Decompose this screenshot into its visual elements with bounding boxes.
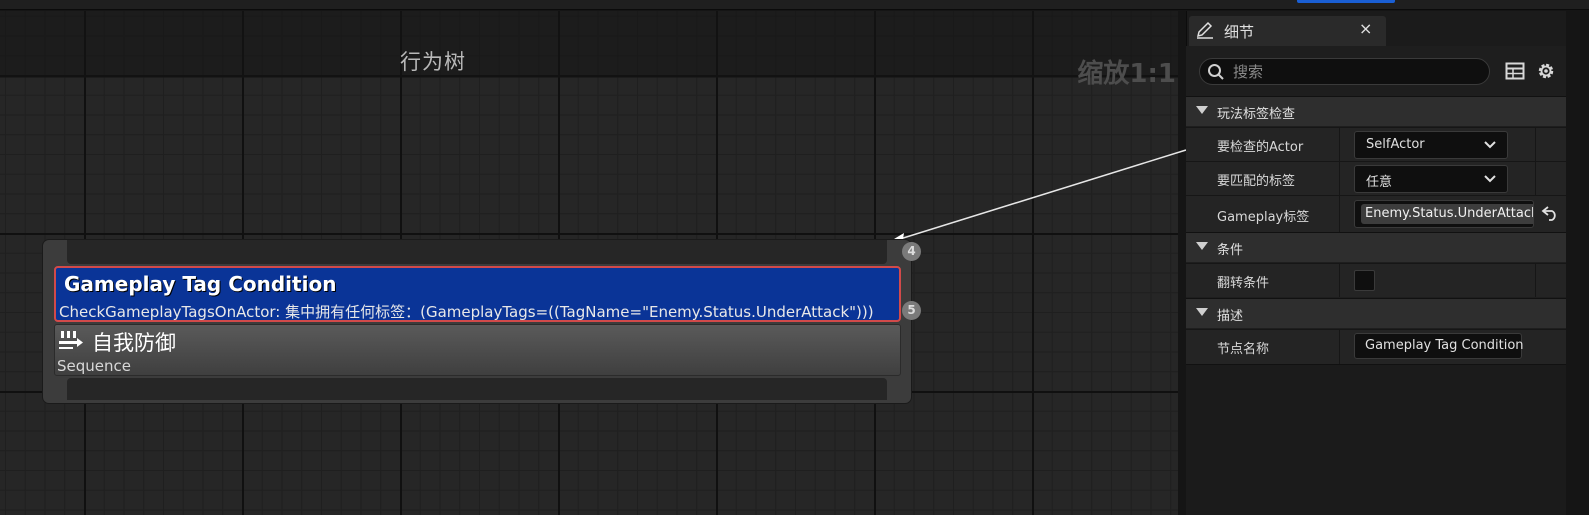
property-label: 翻转条件 (1217, 276, 1270, 291)
execution-index-badge: 4 (902, 242, 921, 261)
column-splitter[interactable] (1339, 196, 1340, 232)
chevron-down-icon (1196, 106, 1208, 114)
dropdown-value: SelfActor (1366, 137, 1425, 152)
column-splitter[interactable] (1339, 162, 1340, 195)
sequence-node[interactable]: Gameplay Tag Condition CheckGameplayTags… (43, 240, 911, 403)
decorator-title: Gameplay Tag Condition (64, 272, 337, 296)
sequence-composite[interactable]: 自我防御 Sequence (54, 324, 901, 376)
property-row-node-name: 节点名称 Gameplay Tag Condition (1186, 329, 1566, 364)
output-pin-bar[interactable] (67, 378, 887, 400)
gameplay-tag-text: Enemy.Status.UnderAttack (1365, 206, 1534, 221)
column-splitter[interactable] (1339, 264, 1340, 297)
tab-details[interactable]: 细节 × (1189, 16, 1386, 46)
category-label: 描述 (1217, 309, 1244, 324)
search-icon (1208, 64, 1224, 80)
property-row-tags-to-match: 要匹配的标签 任意 (1186, 161, 1566, 195)
top-accent-button[interactable] (1297, 0, 1395, 3)
property-row-actor-to-check: 要检查的Actor SelfActor (1186, 127, 1566, 161)
chevron-down-icon (1196, 242, 1208, 250)
property-label: 要匹配的标签 (1217, 174, 1296, 189)
column-splitter (1535, 264, 1536, 297)
table-view-icon[interactable] (1505, 61, 1525, 81)
actor-to-check-dropdown[interactable]: SelfActor (1354, 131, 1508, 159)
column-splitter[interactable] (1339, 128, 1340, 161)
column-splitter (1535, 162, 1536, 195)
tab-label: 细节 (1224, 23, 1255, 41)
property-row-gameplay-tags: Gameplay标签 Enemy.Status.UnderAttack › (1186, 195, 1566, 232)
panel-scroll-gutter (1566, 11, 1589, 515)
dropdown-value: 任意 (1366, 175, 1393, 190)
property-row-inverse-condition: 翻转条件 (1186, 263, 1566, 297)
search-input[interactable] (1233, 61, 1473, 82)
node-name-value: Gameplay Tag Condition (1365, 338, 1524, 353)
column-splitter[interactable] (1339, 330, 1340, 364)
input-pin-bar[interactable] (67, 240, 887, 264)
composite-type: Sequence (57, 357, 131, 375)
gameplay-tags-container[interactable]: Enemy.Status.UnderAttack › (1354, 200, 1534, 228)
execution-index-badge: 5 (902, 301, 921, 320)
zoom-level: 缩放1:1 (1077, 59, 1176, 89)
pencil-icon (1196, 21, 1213, 39)
node-name-field[interactable]: Gameplay Tag Condition (1354, 333, 1524, 359)
search-box[interactable] (1199, 58, 1490, 85)
gameplay-tag-chip[interactable]: Enemy.Status.UnderAttack › (1361, 204, 1534, 224)
chevron-down-icon (1196, 308, 1208, 316)
category-gameplay-tag-check[interactable]: 玩法标签检查 (1186, 96, 1566, 126)
details-panel-empty-area (1186, 364, 1566, 515)
tags-to-match-dropdown[interactable]: 任意 (1354, 165, 1508, 193)
gear-icon[interactable] (1535, 60, 1557, 82)
category-label: 玩法标签检查 (1217, 107, 1296, 122)
column-splitter (1535, 128, 1536, 161)
property-label: 要检查的Actor (1217, 140, 1304, 155)
inverse-condition-checkbox[interactable] (1354, 270, 1375, 291)
category-description[interactable]: 描述 (1186, 298, 1566, 328)
reset-to-default-icon[interactable] (1541, 205, 1559, 221)
chevron-down-icon (1484, 175, 1496, 183)
gameplay-tag-condition-decorator[interactable]: Gameplay Tag Condition CheckGameplayTags… (54, 266, 901, 322)
property-label: Gameplay标签 (1217, 210, 1310, 225)
sequence-icon (59, 331, 83, 349)
category-label: 条件 (1217, 243, 1244, 258)
graph-title: 行为树 (400, 50, 466, 74)
chevron-down-icon (1484, 141, 1496, 149)
composite-title: 自我防御 (92, 331, 176, 355)
close-icon[interactable]: × (1359, 19, 1372, 38)
property-label: 节点名称 (1217, 342, 1270, 357)
category-condition[interactable]: 条件 (1186, 232, 1566, 262)
decorator-description: CheckGameplayTagsOnActor: 集中拥有任何标签：(Game… (59, 303, 874, 321)
